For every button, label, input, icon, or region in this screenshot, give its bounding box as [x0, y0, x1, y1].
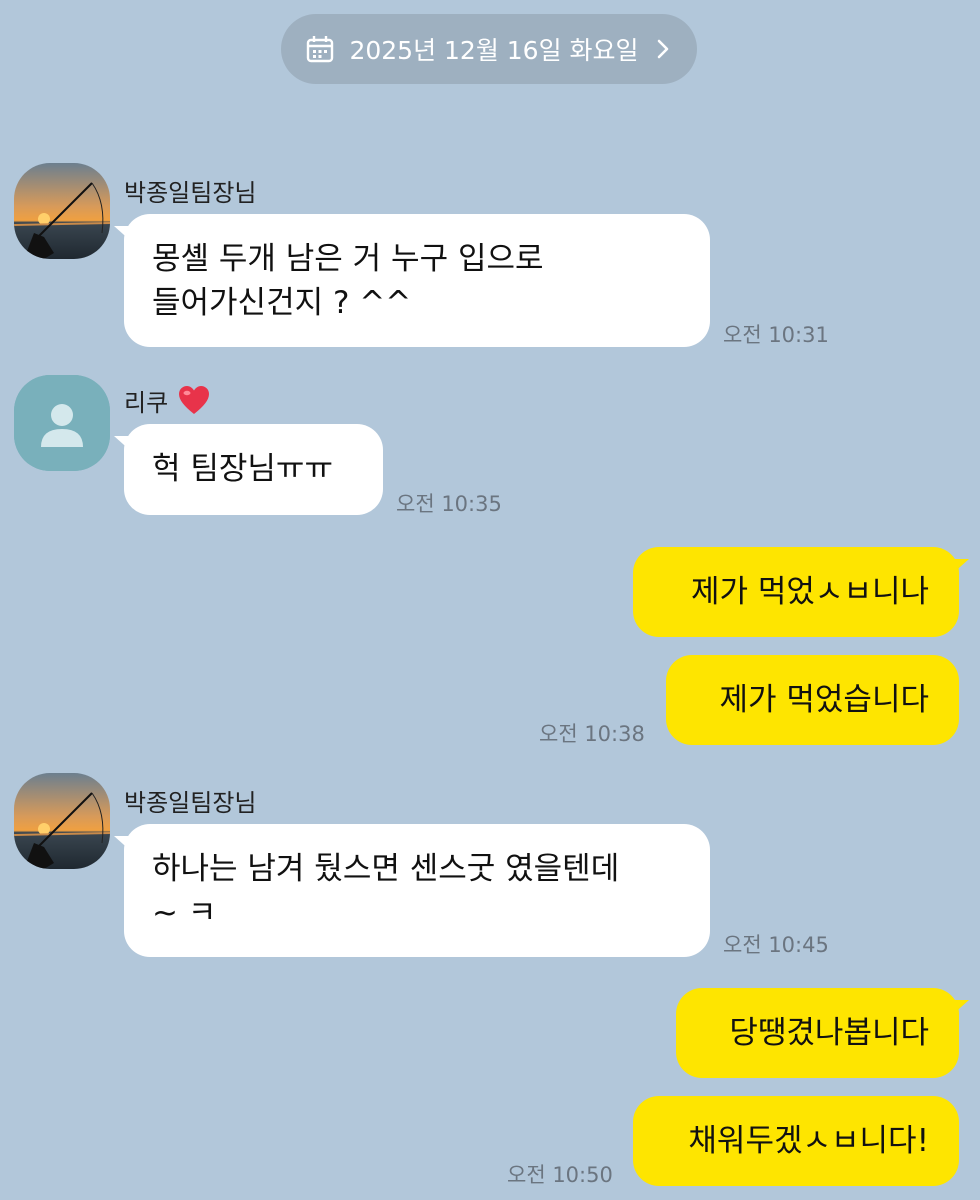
chevron-right-icon	[653, 37, 673, 61]
message-bubble[interactable]: 채워두겠ㅅㅂ니다!	[633, 1096, 959, 1186]
sender-name: 리쿠	[124, 383, 210, 422]
sender-name: 박종일팀장님	[124, 789, 257, 817]
message-timestamp: 오전 10:50	[507, 1163, 613, 1187]
message-bubble[interactable]: 헉 팀장님ㅠㅠ	[114, 424, 383, 515]
message-text-line: 들어가신건지 ? ^^	[152, 285, 412, 321]
fishing-sunset-avatar[interactable]	[14, 773, 110, 869]
message-bubble[interactable]: 제가 먹었습니다	[666, 655, 959, 745]
message-text-line: ~ ㅋ	[152, 895, 217, 931]
calendar-icon	[305, 34, 335, 64]
message-bubble[interactable]: 몽셸 두개 남은 거 누구 입으로 들어가신건지 ? ^^	[114, 214, 710, 347]
sender-name: 박종일팀장님	[124, 179, 257, 207]
fishing-sunset-avatar[interactable]	[14, 163, 110, 259]
heart-icon	[178, 386, 210, 422]
message-text-line: 채워두겠ㅅㅂ니다!	[688, 1123, 929, 1159]
message-timestamp: 오전 10:38	[539, 722, 645, 746]
message-text-line: 하나는 남겨 뒀스면 센스굿 였을텐데	[152, 851, 620, 887]
message-text-line: 헉 팀장님ㅠㅠ	[152, 451, 333, 487]
date-divider-text: 2025년 12월 16일 화요일	[349, 36, 639, 65]
message-timestamp: 오전 10:45	[723, 933, 829, 957]
sender-name-text: 리쿠	[124, 389, 169, 417]
message-bubble[interactable]: 당땡겼나봅니다	[676, 988, 969, 1078]
message-text-line: 제가 먹었ㅅㅂ니나	[690, 574, 929, 610]
message-bubble[interactable]: 하나는 남겨 뒀스면 센스굿 였을텐데 ~ ㅋ	[114, 824, 710, 957]
message-timestamp: 오전 10:35	[396, 492, 502, 516]
message-text-line: 당땡겼나봅니다	[729, 1015, 929, 1051]
message-text-line: 제가 먹었습니다	[719, 682, 930, 718]
date-divider[interactable]: 2025년 12월 16일 화요일	[281, 14, 697, 84]
default-profile-avatar[interactable]	[14, 375, 110, 471]
message-bubble[interactable]: 제가 먹었ㅅㅂ니나	[633, 547, 969, 637]
message-timestamp: 오전 10:31	[723, 323, 829, 347]
message-text-line: 몽셸 두개 남은 거 누구 입으로	[152, 241, 544, 277]
